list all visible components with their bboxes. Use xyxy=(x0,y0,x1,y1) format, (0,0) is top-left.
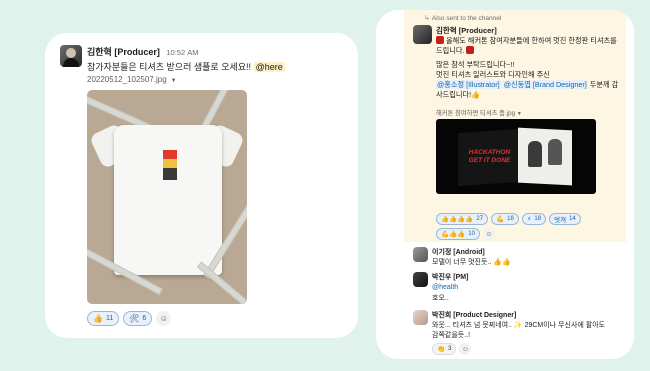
thumbs-up-icon: 👍 xyxy=(471,90,481,99)
reaction-mixed[interactable]: 💪👍👍 10 xyxy=(436,228,480,240)
here-mention[interactable]: @here xyxy=(253,62,285,72)
right-thread-card: ↳ Also sent to the channel 김한혁 [Producer]… xyxy=(376,10,634,359)
thumbs-up-icon: 👍 xyxy=(93,314,103,323)
muscle-icon: 💪👍👍 xyxy=(441,231,466,238)
message-line-mentions: @홍소정 [Illustrator] @신동엽 [Brand Designer]… xyxy=(436,80,621,100)
add-reaction-icon[interactable]: ☺ xyxy=(459,343,472,355)
thumbs-up-icon: 👍👍👍👍 xyxy=(441,216,474,223)
cool-text-icon: 멋져 xyxy=(554,217,567,224)
add-reaction-icon[interactable]: ☺ xyxy=(482,228,495,240)
message-line: 올해도 해커톤 참여자분들에 한하여 멋진 한정판 티셔츠를 드립니다. xyxy=(436,36,617,55)
reactions-bar-2: 💪👍👍 10 ☺ xyxy=(436,228,495,240)
reaction-count: 10 xyxy=(468,231,475,237)
reply-avatar[interactable] xyxy=(413,310,428,325)
clap-icon: 👏 xyxy=(437,346,446,353)
reaction-zap[interactable]: ⚡ 18 xyxy=(521,213,547,225)
shirt-print xyxy=(163,150,177,180)
file-name-label: 20220512_102507.jpg xyxy=(87,75,167,84)
flag-emoji-icon xyxy=(436,36,444,44)
add-reaction-icon[interactable]: ☺ xyxy=(156,311,172,326)
author-avatar[interactable] xyxy=(60,45,82,67)
reaction-count: 18 xyxy=(534,216,542,222)
reaction-cool[interactable]: 멋져 14 xyxy=(549,213,581,225)
reaction-count: 3 xyxy=(448,346,452,352)
author-name[interactable]: 김한혁 [Producer] xyxy=(87,47,160,57)
reaction-muscle[interactable]: 💪 18 xyxy=(491,213,519,225)
author-name[interactable]: 김한혁 [Producer] xyxy=(436,25,497,36)
file-name[interactable]: 해커톤 참여하면 티셔츠 줌.jpg ▼ xyxy=(436,108,522,117)
reply-avatar[interactable] xyxy=(413,272,428,287)
reactions-bar-3: 👏 3 ☺ xyxy=(432,343,472,355)
user-mention[interactable]: @health xyxy=(432,284,458,291)
message-line: 멋진 티셔츠 일러스트와 디자인해 주신 xyxy=(436,70,550,79)
book-right-page xyxy=(518,127,572,186)
reply-text: 호오.. xyxy=(432,295,449,302)
user-mention[interactable]: @신동엽 [Brand Designer] xyxy=(502,80,588,89)
also-sent-note: ↳ Also sent to the channel xyxy=(424,14,501,22)
reaction-count: 27 xyxy=(476,216,484,222)
message-text-2: 많은 참석 부탁드립니다~!! 멋진 티셔츠 일러스트와 디자인해 주신 @홍소… xyxy=(436,60,621,100)
reply-author[interactable]: 박진우 [PM] xyxy=(432,272,468,282)
message-text: 참가자분들은 티셔츠 받으러 샘플로 오세요!! @here xyxy=(87,60,285,73)
tshirt-body xyxy=(114,125,222,275)
arrow-icon: ↳ xyxy=(424,15,430,22)
reaction-thumbs[interactable]: 👍👍👍👍 27 xyxy=(436,213,489,225)
reply-author[interactable]: 박진희 [Product Designer] xyxy=(432,310,516,320)
left-message-card: 김한혁 [Producer] 10:52 AM 참가자분들은 티셔츠 받으러 샘… xyxy=(45,33,358,338)
reaction-thumbs-up[interactable]: 👍 11 xyxy=(87,311,120,326)
person-figure xyxy=(548,139,562,165)
file-name-label: 해커톤 참여하면 티셔츠 줌.jpg xyxy=(436,110,516,117)
reaction-count: 11 xyxy=(105,315,114,322)
file-name[interactable]: 20220512_102507.jpg ▼ xyxy=(87,75,177,84)
reaction-clap[interactable]: 👏 3 xyxy=(432,343,457,355)
author-avatar[interactable] xyxy=(413,25,432,44)
tools-icon: 🛠 xyxy=(129,314,140,323)
reply-author[interactable]: 이기정 [Android] xyxy=(432,247,485,257)
reply-mention-line: @health xyxy=(432,283,622,293)
tshirt-photo[interactable] xyxy=(87,90,247,304)
flag-emoji-icon xyxy=(466,46,475,54)
user-mention[interactable]: @홍소정 [Illustrator] xyxy=(436,80,501,89)
reactions-bar: 👍👍👍👍 27 💪 18 ⚡ 18 멋져 14 xyxy=(436,213,581,225)
reaction-count: 14 xyxy=(569,216,576,222)
message-body: 참가자분들은 티셔츠 받으러 샘플로 오세요!! xyxy=(87,62,252,72)
message-time[interactable]: 10:52 AM xyxy=(166,48,198,57)
book-photo[interactable]: HACKATHON GET IT DONE xyxy=(436,119,596,194)
message-header: 김한혁 [Producer] 10:52 AM xyxy=(87,45,198,58)
reactions-bar: 👍 11 🛠 6 ☺ xyxy=(87,311,172,326)
message-text: 올해도 해커톤 참여자분들에 한하여 멋진 한정판 티셔츠를 드립니다. xyxy=(436,36,621,56)
reply-text: 모델이 너무 멋진듯.. 👍👍 xyxy=(432,259,511,266)
reply-text: 와웃... 티셔츠 넘 뭇찌네여.. ✨ 29CM이나 무신사에 팔아도 감쪽같… xyxy=(432,322,606,339)
lightning-icon: ⚡ xyxy=(526,216,532,223)
reaction-count: 6 xyxy=(142,315,147,322)
person-figure xyxy=(528,141,542,167)
reply-avatar[interactable] xyxy=(413,247,428,262)
chevron-down-icon[interactable]: ▼ xyxy=(171,78,177,84)
message-line: 많은 참석 부탁드립니다~!! xyxy=(436,60,515,69)
hackathon-title: HACKATHON GET IT DONE xyxy=(468,149,511,164)
muscle-icon: 💪 xyxy=(496,216,505,223)
also-sent-label[interactable]: Also sent to the channel xyxy=(432,15,501,22)
chevron-down-icon[interactable]: ▼ xyxy=(517,111,522,117)
reaction-tools[interactable]: 🛠 6 xyxy=(123,311,153,326)
reaction-count: 18 xyxy=(507,216,514,222)
